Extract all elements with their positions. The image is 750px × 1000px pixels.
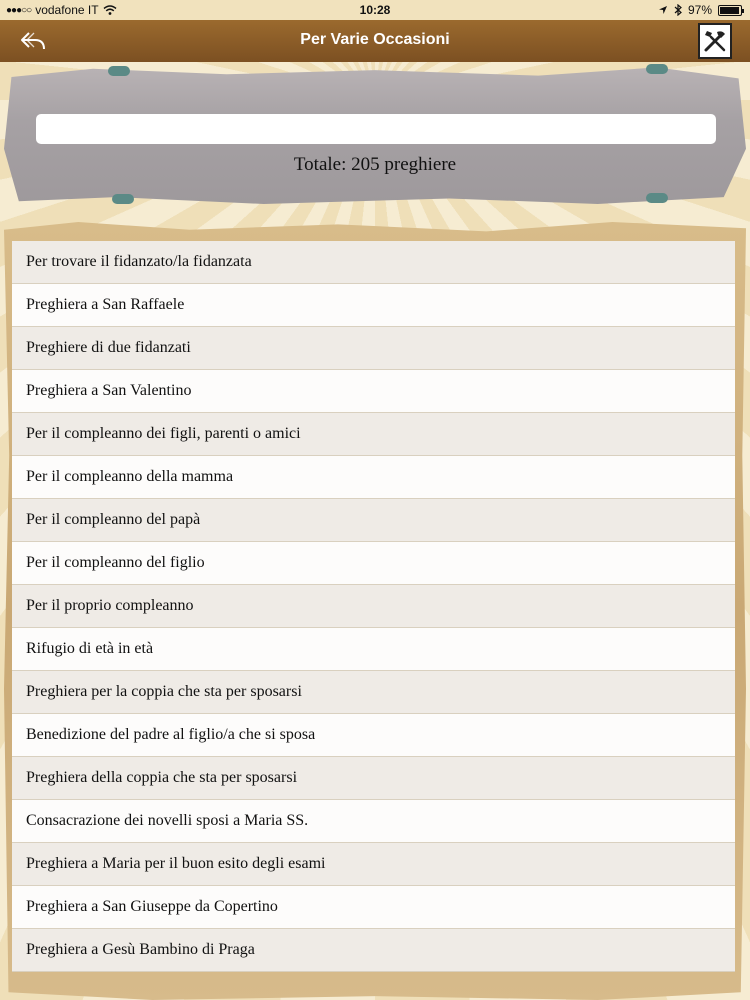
list-item[interactable]: Per il proprio compleanno	[12, 585, 735, 628]
bluetooth-icon	[674, 4, 682, 16]
list-item[interactable]: Consacrazione dei novelli sposi a Maria …	[12, 800, 735, 843]
battery-icon	[718, 4, 744, 16]
total-count: Totale: 205 preghiere	[293, 154, 457, 175]
battery-percent: 97%	[687, 3, 712, 17]
list-item[interactable]: Rifugio di età in età	[12, 628, 735, 671]
navigation-bar: Per Varie Occasioni	[0, 20, 750, 62]
list-item[interactable]: Preghiera a San Valentino	[12, 370, 735, 413]
list-item[interactable]: Per il compleanno dei figli, parenti o a…	[12, 413, 735, 456]
pin-decoration	[108, 66, 130, 76]
page-title: Per Varie Occasioni	[300, 31, 450, 48]
status-bar: ●●●○○ vodafone IT 10:28 97%	[0, 0, 750, 20]
pin-decoration	[646, 64, 668, 74]
list-item[interactable]: Preghiere di due fidanzati	[12, 327, 735, 370]
pin-decoration	[646, 193, 668, 203]
tools-button[interactable]	[698, 23, 732, 59]
list-item[interactable]: Preghiera a Maria per il buon esito degl…	[12, 843, 735, 886]
location-icon	[658, 6, 667, 14]
list-item[interactable]: Preghiera a San Giuseppe da Copertino	[12, 886, 735, 929]
list-item[interactable]: Per trovare il fidanzato/la fidanzata	[12, 241, 735, 284]
list-item[interactable]: Per il compleanno del figlio	[12, 542, 735, 585]
prayer-list: Per trovare il fidanzato/la fidanzata Pr…	[12, 241, 735, 972]
tools-icon	[704, 31, 726, 52]
pin-decoration	[112, 194, 134, 204]
search-input[interactable]	[36, 114, 716, 144]
list-item[interactable]: Benedizione del padre al figlio/a che si…	[12, 714, 735, 757]
list-item[interactable]: Per il compleanno della mamma	[12, 456, 735, 499]
list-item[interactable]: Preghiera per la coppia che sta per spos…	[12, 671, 735, 714]
list-item[interactable]: Preghiera della coppia che sta per sposa…	[12, 757, 735, 800]
list-item[interactable]: Preghiera a San Raffaele	[12, 284, 735, 327]
clock: 10:28	[359, 3, 391, 17]
list-item[interactable]: Preghiera a Gesù Bambino di Praga	[12, 929, 735, 972]
list-item[interactable]: Per il compleanno del papà	[12, 499, 735, 542]
